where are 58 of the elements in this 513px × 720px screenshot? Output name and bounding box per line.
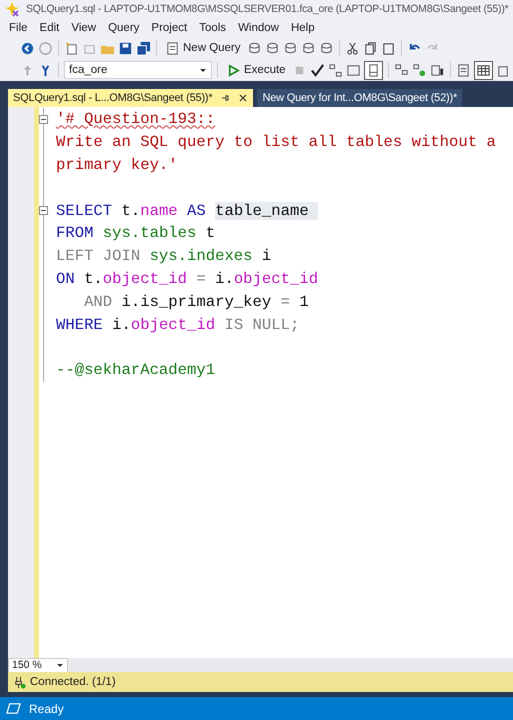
close-icon[interactable] xyxy=(238,93,248,103)
results-icon[interactable] xyxy=(364,60,383,80)
code-line: LEFT JOIN sys.indexes i xyxy=(56,247,272,266)
text-results-icon[interactable] xyxy=(456,62,471,78)
status-icon xyxy=(6,701,21,716)
code-line: SELECT t.name AS table_name xyxy=(56,202,318,220)
save-icon[interactable] xyxy=(118,40,133,56)
database-query-icon[interactable] xyxy=(246,40,262,56)
checkmark-icon[interactable] xyxy=(310,62,325,78)
status-text: Ready xyxy=(29,702,64,716)
database-query-icon[interactable] xyxy=(264,40,280,56)
menu-item[interactable]: Window xyxy=(233,22,286,34)
window-icon[interactable] xyxy=(346,62,361,78)
document-tab[interactable]: SQLQuery1.sql - L...OM8G\Sangeet (55))* xyxy=(8,89,254,107)
cut-icon[interactable] xyxy=(344,40,360,56)
code-line: ON t.object_id = i.object_id xyxy=(56,270,318,288)
new-item-icon[interactable] xyxy=(64,40,79,56)
code-line: --@sekharAcademy1 xyxy=(56,361,216,380)
window-title: SQLQuery1.sql - LAPTOP-U1TMOM8G\MSSQLSERVER01.fca_ore (LAPTOP-U1TMOM8G\Sangeet (55))* xyxy=(26,3,509,15)
save-all-icon[interactable] xyxy=(136,40,151,56)
execute-button[interactable]: Execute xyxy=(223,62,289,78)
database-query-icon[interactable] xyxy=(318,40,334,56)
new-query-button[interactable]: New Query xyxy=(162,40,244,56)
collapse-icon[interactable] xyxy=(39,114,48,124)
menu-item[interactable]: Edit xyxy=(34,22,66,34)
menu-item[interactable]: View xyxy=(66,22,104,34)
database-query-icon[interactable] xyxy=(300,40,316,56)
caret-icon[interactable] xyxy=(199,66,207,74)
pin-icon[interactable] xyxy=(220,93,230,103)
menu-item[interactable]: File xyxy=(4,22,35,34)
code-line: WHERE i.object_id IS NULL; xyxy=(56,316,300,334)
play-icon xyxy=(226,62,241,78)
plan-icon[interactable] xyxy=(328,62,343,78)
database-dropdown[interactable]: fca_ore xyxy=(64,61,212,79)
grid-icon[interactable] xyxy=(474,60,493,80)
code-line: primary key.' xyxy=(56,156,178,174)
database-query-icon[interactable] xyxy=(282,40,298,56)
menu-item[interactable]: Help xyxy=(286,22,322,34)
code-line: '# Question-193:: xyxy=(56,110,216,128)
document-icon xyxy=(165,40,180,56)
zoom-dropdown[interactable]: 150 % xyxy=(8,658,68,672)
app-logo-icon xyxy=(4,1,20,17)
menu-item[interactable]: Query xyxy=(103,22,146,34)
code-line: AND i.is_primary_key = 1 xyxy=(83,292,309,311)
plan-icon[interactable] xyxy=(412,62,427,78)
statistics-icon[interactable] xyxy=(430,62,445,78)
connection-status: Connected. (1/1) xyxy=(30,676,116,688)
collapse-icon[interactable] xyxy=(39,206,48,216)
document-tab[interactable]: New Query for Int...OM8G\Sangeet (52))* xyxy=(257,89,462,107)
copy-icon[interactable] xyxy=(362,40,378,56)
menu-item[interactable]: Project xyxy=(146,22,194,34)
code-line: Write an SQL query to list all tables without a xyxy=(56,133,496,152)
menu-item[interactable]: Tools xyxy=(194,22,234,34)
code-line: FROM sys.tables t xyxy=(56,224,216,242)
caret-icon[interactable] xyxy=(56,661,64,669)
plan-icon[interactable] xyxy=(394,62,409,78)
back-icon[interactable] xyxy=(20,40,35,56)
paste-icon[interactable] xyxy=(380,40,396,56)
